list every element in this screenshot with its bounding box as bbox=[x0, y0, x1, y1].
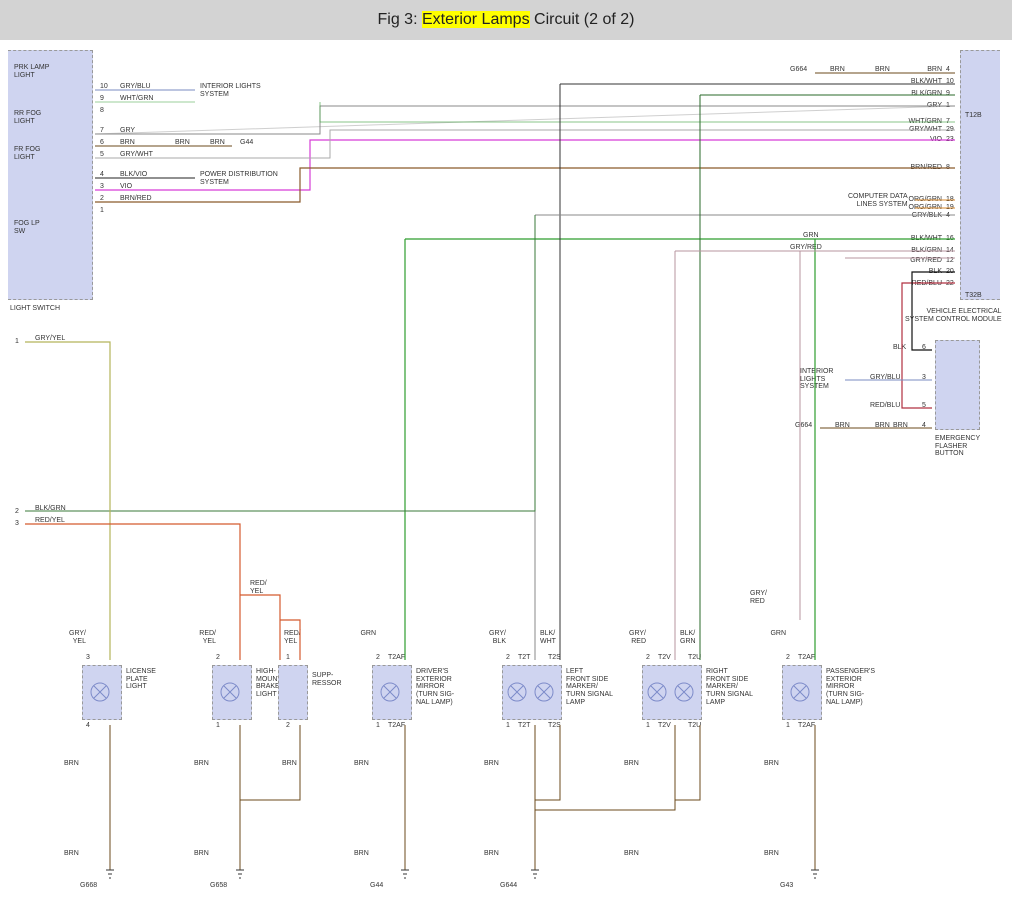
title-bar: Fig 3: Exterior Lamps Circuit (2 of 2) bbox=[0, 0, 1012, 40]
title-post: Circuit (2 of 2) bbox=[530, 11, 635, 28]
title-highlight: Exterior Lamps bbox=[422, 11, 530, 28]
title-pre: Fig 3: bbox=[378, 11, 422, 28]
wiring-svg bbox=[0, 40, 1012, 906]
diagram-canvas: LIGHT SWITCH PRK LAMP LIGHT RR FOG LIGHT… bbox=[0, 40, 1012, 906]
